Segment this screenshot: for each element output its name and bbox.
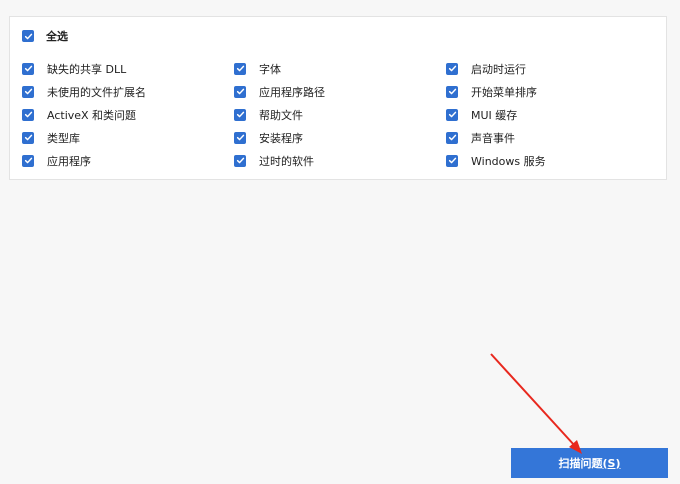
option-checkbox[interactable]: 类型库 <box>22 126 234 149</box>
checkmark-icon <box>234 85 246 98</box>
options-grid: 缺失的共享 DLL 未使用的文件扩展名 ActiveX 和类问题 类型库应用程序 字体应… <box>22 57 658 172</box>
checkmark-icon <box>22 154 34 167</box>
registry-options-panel: 全选 缺失的共享 DLL 未使用的文件扩展名 ActiveX 和类问题 类型库 应用程序… <box>9 16 667 180</box>
scan-button-hotkey: (S) <box>602 456 621 470</box>
select-all-label: 全选 <box>46 30 68 43</box>
checkmark-icon <box>234 62 246 75</box>
checkmark-icon <box>446 108 458 121</box>
option-label: 启动时运行 <box>471 62 526 76</box>
select-all-checkbox[interactable]: 全选 <box>22 28 68 44</box>
option-label: Windows 服务 <box>471 154 546 168</box>
option-label: 缺失的共享 DLL <box>47 62 127 76</box>
checkmark-icon <box>234 131 246 144</box>
checkmark-icon <box>234 108 246 121</box>
option-checkbox[interactable]: 字体 <box>234 57 446 80</box>
scan-issues-button[interactable]: 扫描问题 (S) <box>511 448 668 478</box>
checkmark-icon <box>446 62 458 75</box>
option-label: ActiveX 和类问题 <box>47 108 137 122</box>
checkmark-icon <box>234 154 246 167</box>
checkmark-icon <box>22 30 34 42</box>
option-label: 应用程序 <box>47 154 91 168</box>
option-label: 未使用的文件扩展名 <box>47 85 146 99</box>
option-checkbox[interactable]: 未使用的文件扩展名 <box>22 80 234 103</box>
option-checkbox[interactable]: 安装程序 <box>234 126 446 149</box>
checkmark-icon <box>22 131 34 144</box>
checkmark-icon <box>22 85 34 98</box>
option-label: 字体 <box>259 62 281 76</box>
option-checkbox[interactable]: Windows 服务 <box>446 149 658 172</box>
option-label: 开始菜单排序 <box>471 85 537 99</box>
option-label: 帮助文件 <box>259 108 303 122</box>
checkmark-icon <box>22 108 34 121</box>
option-checkbox[interactable]: 过时的软件 <box>234 149 446 172</box>
option-label: 声音事件 <box>471 131 515 145</box>
option-label: 安装程序 <box>259 131 303 145</box>
option-label: 类型库 <box>47 131 80 145</box>
option-checkbox[interactable]: MUI 缓存 <box>446 103 658 126</box>
checkmark-icon <box>446 131 458 144</box>
option-checkbox[interactable]: 应用程序路径 <box>234 80 446 103</box>
option-label: 应用程序路径 <box>259 85 325 99</box>
option-checkbox[interactable]: 帮助文件 <box>234 103 446 126</box>
option-checkbox[interactable]: ActiveX 和类问题 <box>22 103 234 126</box>
scan-button-label: 扫描问题 <box>558 457 603 470</box>
option-checkbox[interactable]: 启动时运行 <box>446 57 658 80</box>
checkmark-icon <box>446 85 458 98</box>
checkmark-icon <box>22 62 34 75</box>
option-checkbox[interactable]: 开始菜单排序 <box>446 80 658 103</box>
option-checkbox[interactable]: 缺失的共享 DLL <box>22 57 234 80</box>
checkmark-icon <box>446 154 458 167</box>
option-label: MUI 缓存 <box>471 108 518 122</box>
option-label: 过时的软件 <box>259 154 314 168</box>
option-checkbox[interactable]: 应用程序 <box>22 149 234 172</box>
option-checkbox[interactable]: 声音事件 <box>446 126 658 149</box>
